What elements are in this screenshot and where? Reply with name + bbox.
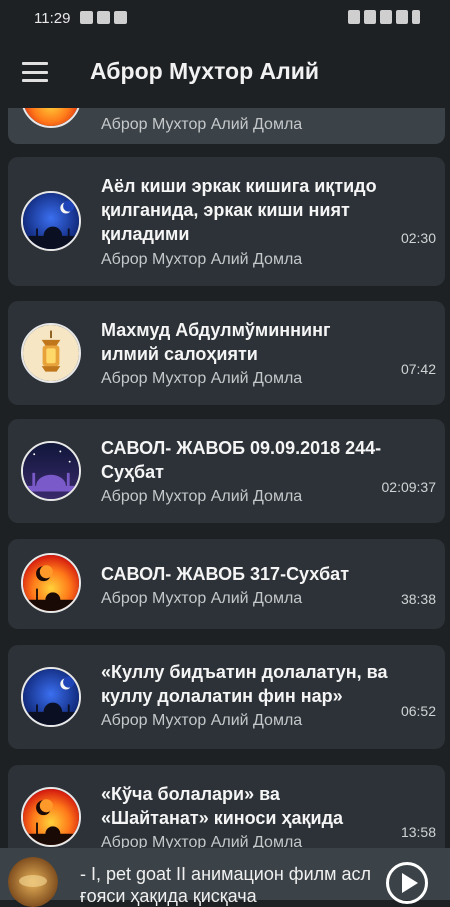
list-item[interactable]: САВОЛ- ЖАВОБ 317-Сухбат Аброр Мухтор Али… <box>8 539 445 629</box>
hotspot-icon <box>348 10 360 24</box>
sunset-crescent-icon <box>21 553 81 613</box>
item-duration: 13:58 <box>400 824 436 840</box>
item-title: Аёл киши эркак кишига иқтидо қилганида, … <box>101 176 377 244</box>
list-item[interactable]: Аброр Мухтор Алий Домла <box>8 108 445 144</box>
play-icon <box>402 873 418 893</box>
item-duration: 02:09:37 <box>381 479 437 495</box>
menu-icon-line <box>22 70 48 74</box>
status-time: 11:29 <box>34 10 71 27</box>
item-duration: 02:30 <box>400 230 436 246</box>
item-author: Аброр Мухтор Алий Домла <box>101 834 303 848</box>
image-icon <box>80 11 93 24</box>
list-item[interactable]: «Кўча болалари» ва «Шайтанат» киноси ҳақ… <box>8 765 445 848</box>
orange-crescent-icon <box>21 108 81 128</box>
item-title: Махмуд Абдулмўминнинг илмий салоҳияти <box>101 320 331 364</box>
battery-icon <box>412 10 420 24</box>
menu-icon-line <box>22 62 48 65</box>
track-list: Аброр Мухтор Алий Домла Аёл киши эркак к… <box>0 108 450 848</box>
wifi-icon <box>380 10 392 24</box>
item-duration: 06:52 <box>400 703 436 719</box>
list-item[interactable]: Махмуд Абдулмўминнинг илмий салоҳияти Аб… <box>8 301 445 405</box>
night-mosque-icon <box>21 667 81 727</box>
menu-icon-line <box>22 79 48 82</box>
player-title: - I, pet goat II анимацион филм асл ғояс… <box>80 864 372 906</box>
app-bar: Аброр Мухтор Алий <box>0 36 450 108</box>
item-author: Аброр Мухтор Алий Домла <box>101 488 303 505</box>
item-title: «Кўча болалари» ва «Шайтанат» киноси ҳақ… <box>101 784 344 828</box>
item-author: Аброр Мухтор Алий Домла <box>101 116 303 133</box>
item-author: Аброр Мухтор Алий Домла <box>101 590 303 607</box>
list-item[interactable]: САВОЛ- ЖАВОБ 09.09.2018 244-Суҳбат Аброр… <box>8 419 445 523</box>
volte-icon <box>364 10 376 24</box>
menu-button[interactable] <box>22 62 48 82</box>
sync-icon <box>97 11 110 24</box>
item-title: «Куллу бидъатин долалатун, ва куллу дола… <box>101 662 388 706</box>
list-item[interactable]: «Куллу бидъатин долалатун, ва куллу дола… <box>8 645 445 749</box>
item-title: САВОЛ- ЖАВОБ 317-Сухбат <box>101 564 350 584</box>
sunset-crescent-icon <box>21 787 81 847</box>
purple-mosque-icon <box>21 441 81 501</box>
item-author: Аброр Мухтор Алий Домла <box>101 370 303 387</box>
item-duration: 38:38 <box>400 591 436 607</box>
item-author: Аброр Мухтор Алий Домла <box>101 251 303 268</box>
item-title: САВОЛ- ЖАВОБ 09.09.2018 244-Суҳбат <box>101 438 382 482</box>
app-title: Аброр Мухтор Алий <box>90 58 320 84</box>
check-icon <box>114 11 127 24</box>
play-button[interactable] <box>386 862 428 904</box>
list-item[interactable]: Аёл киши эркак кишига иқтидо қилганида, … <box>8 157 445 286</box>
system-icons <box>348 10 420 24</box>
night-mosque-icon <box>21 191 81 251</box>
notification-icons <box>80 11 127 24</box>
mini-player[interactable]: - I, pet goat II анимацион филм асл ғояс… <box>0 848 450 907</box>
lantern-icon <box>21 323 81 383</box>
item-author: Аброр Мухтор Алий Домла <box>101 712 303 729</box>
item-duration: 07:42 <box>400 361 436 377</box>
status-bar: 11:29 <box>0 0 450 36</box>
signal-icon <box>396 10 408 24</box>
